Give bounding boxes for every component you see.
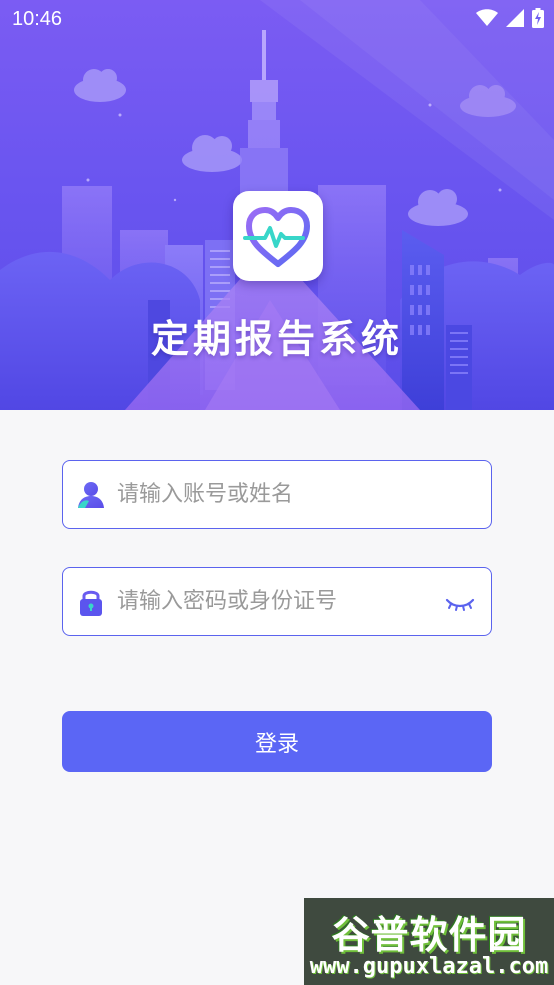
app-title: 定期报告系统 <box>150 317 403 361</box>
status-time: 10:46 <box>12 8 63 30</box>
watermark-title: 谷普软件园 <box>331 913 527 957</box>
password-input[interactable] <box>117 568 447 634</box>
eye-closed-icon[interactable] <box>445 594 475 614</box>
account-field[interactable] <box>62 460 492 529</box>
battery-charging-icon <box>532 8 544 28</box>
signal-icon <box>506 9 524 27</box>
password-field[interactable] <box>62 567 492 636</box>
status-bar: 10:46 <box>0 0 554 38</box>
watermark: 谷普软件园 www.gupuxlazal.com <box>304 898 554 985</box>
login-button[interactable]: 登录 <box>62 711 492 772</box>
lock-icon <box>80 590 102 616</box>
status-icons <box>476 8 544 28</box>
heart-pulse-icon <box>243 207 310 267</box>
hero-banner: 10:46 定期报告系统 <box>0 0 554 410</box>
app-logo <box>233 191 323 281</box>
watermark-url: www.gupuxlazal.com <box>309 954 549 979</box>
wifi-icon <box>476 9 498 26</box>
user-icon <box>78 482 104 508</box>
account-input[interactable] <box>117 461 447 527</box>
